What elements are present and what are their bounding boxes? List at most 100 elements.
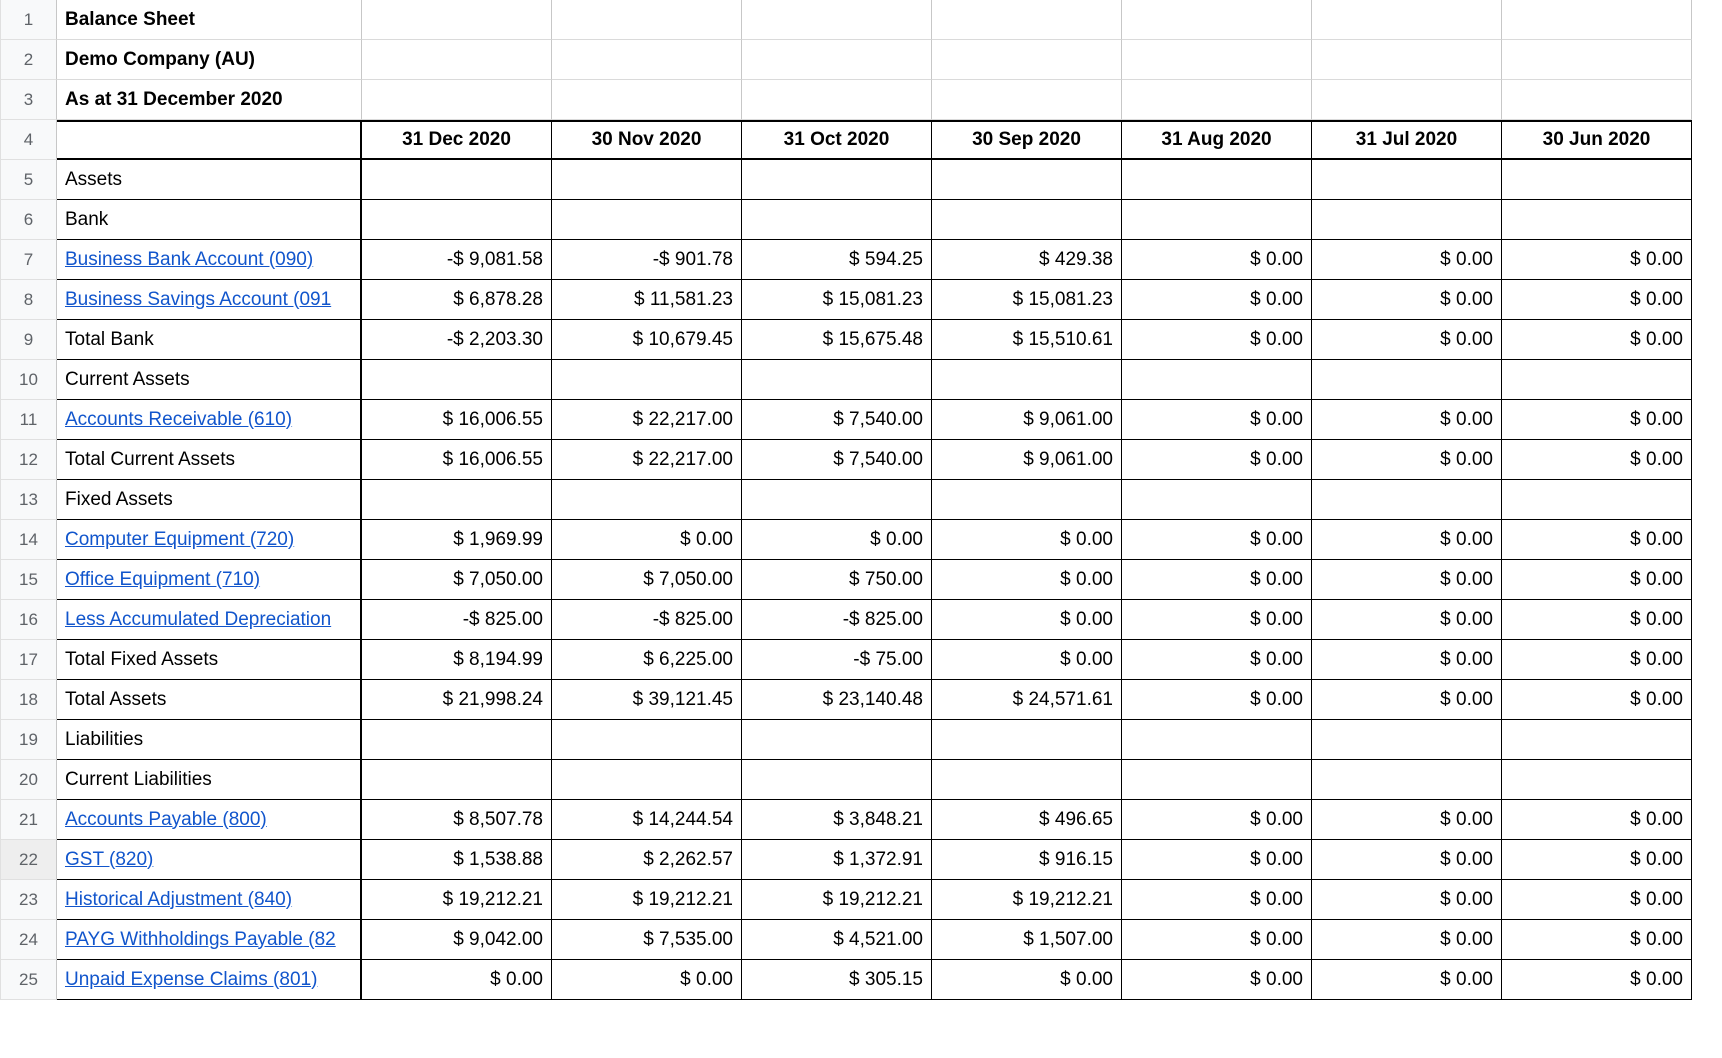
- row-label[interactable]: GST (820): [57, 840, 362, 880]
- data-cell[interactable]: $ 0.00: [1502, 520, 1692, 560]
- row-label[interactable]: Current Liabilities: [57, 760, 362, 800]
- data-cell[interactable]: [1312, 200, 1502, 240]
- row-header-16[interactable]: 16: [1, 600, 57, 640]
- data-cell[interactable]: $ 23,140.48: [742, 680, 932, 720]
- data-cell[interactable]: $ 1,969.99: [362, 520, 552, 560]
- data-cell[interactable]: $ 15,675.48: [742, 320, 932, 360]
- account-link[interactable]: Unpaid Expense Claims (801): [65, 969, 317, 991]
- account-link[interactable]: Accounts Receivable (610): [65, 409, 292, 431]
- data-cell[interactable]: [362, 480, 552, 520]
- data-cell[interactable]: -$ 825.00: [552, 600, 742, 640]
- row-header-13[interactable]: 13: [1, 480, 57, 520]
- data-cell[interactable]: $ 0.00: [932, 560, 1122, 600]
- data-cell[interactable]: $ 0.00: [1312, 400, 1502, 440]
- data-cell[interactable]: $ 0.00: [1502, 400, 1692, 440]
- empty-cell[interactable]: [362, 80, 552, 120]
- data-cell[interactable]: -$ 9,081.58: [362, 240, 552, 280]
- data-cell[interactable]: $ 0.00: [552, 520, 742, 560]
- data-cell[interactable]: [1502, 760, 1692, 800]
- data-cell[interactable]: $ 0.00: [1122, 880, 1312, 920]
- data-cell[interactable]: $ 7,540.00: [742, 400, 932, 440]
- row-header-10[interactable]: 10: [1, 360, 57, 400]
- data-cell[interactable]: $ 8,194.99: [362, 640, 552, 680]
- empty-cell[interactable]: [1122, 40, 1312, 80]
- data-cell[interactable]: [552, 480, 742, 520]
- data-cell[interactable]: [1312, 760, 1502, 800]
- empty-cell[interactable]: [552, 80, 742, 120]
- account-link[interactable]: Less Accumulated Depreciation: [65, 609, 331, 631]
- row-header-1[interactable]: 1: [1, 0, 57, 40]
- data-cell[interactable]: $ 0.00: [1122, 320, 1312, 360]
- data-cell[interactable]: $ 0.00: [742, 520, 932, 560]
- data-cell[interactable]: $ 21,998.24: [362, 680, 552, 720]
- row-label[interactable]: Computer Equipment (720): [57, 520, 362, 560]
- row-header-14[interactable]: 14: [1, 520, 57, 560]
- data-cell[interactable]: $ 16,006.55: [362, 440, 552, 480]
- row-header-8[interactable]: 8: [1, 280, 57, 320]
- data-cell[interactable]: [552, 360, 742, 400]
- data-cell[interactable]: [1502, 200, 1692, 240]
- data-cell[interactable]: $ 0.00: [1502, 800, 1692, 840]
- data-cell[interactable]: $ 0.00: [1502, 280, 1692, 320]
- row-label[interactable]: Unpaid Expense Claims (801): [57, 960, 362, 1000]
- row-label[interactable]: Fixed Assets: [57, 480, 362, 520]
- data-cell[interactable]: [552, 720, 742, 760]
- data-cell[interactable]: $ 16,006.55: [362, 400, 552, 440]
- row-label[interactable]: Total Fixed Assets: [57, 640, 362, 680]
- empty-cell[interactable]: [1502, 0, 1692, 40]
- data-cell[interactable]: $ 0.00: [1502, 240, 1692, 280]
- account-link[interactable]: Office Equipment (710): [65, 569, 260, 591]
- data-cell[interactable]: [742, 360, 932, 400]
- title-cell-1[interactable]: Balance Sheet: [57, 0, 362, 40]
- account-link[interactable]: Business Savings Account (091: [65, 289, 331, 311]
- data-cell[interactable]: $ 7,050.00: [552, 560, 742, 600]
- data-cell[interactable]: [552, 760, 742, 800]
- account-link[interactable]: PAYG Withholdings Payable (82: [65, 929, 336, 951]
- row-label[interactable]: Office Equipment (710): [57, 560, 362, 600]
- data-cell[interactable]: $ 0.00: [1312, 640, 1502, 680]
- data-cell[interactable]: $ 14,244.54: [552, 800, 742, 840]
- data-cell[interactable]: $ 0.00: [1312, 280, 1502, 320]
- data-cell[interactable]: $ 6,878.28: [362, 280, 552, 320]
- data-cell[interactable]: $ 0.00: [1122, 680, 1312, 720]
- data-cell[interactable]: $ 0.00: [1502, 840, 1692, 880]
- data-cell[interactable]: $ 0.00: [1122, 840, 1312, 880]
- data-cell[interactable]: $ 0.00: [932, 640, 1122, 680]
- data-cell[interactable]: $ 0.00: [1312, 320, 1502, 360]
- data-cell[interactable]: $ 0.00: [1122, 240, 1312, 280]
- data-cell[interactable]: [1122, 200, 1312, 240]
- data-cell[interactable]: $ 0.00: [1122, 600, 1312, 640]
- account-link[interactable]: Computer Equipment (720): [65, 529, 294, 551]
- data-cell[interactable]: $ 9,061.00: [932, 400, 1122, 440]
- data-cell[interactable]: $ 10,679.45: [552, 320, 742, 360]
- data-cell[interactable]: $ 0.00: [1122, 440, 1312, 480]
- data-cell[interactable]: [1502, 720, 1692, 760]
- data-cell[interactable]: $ 8,507.78: [362, 800, 552, 840]
- data-cell[interactable]: $ 0.00: [1312, 680, 1502, 720]
- data-cell[interactable]: $ 0.00: [1122, 800, 1312, 840]
- data-cell[interactable]: $ 0.00: [932, 600, 1122, 640]
- row-header-3[interactable]: 3: [1, 80, 57, 120]
- row-label[interactable]: Liabilities: [57, 720, 362, 760]
- data-cell[interactable]: $ 594.25: [742, 240, 932, 280]
- data-cell[interactable]: $ 0.00: [1312, 960, 1502, 1000]
- data-cell[interactable]: [552, 160, 742, 200]
- row-label[interactable]: Accounts Receivable (610): [57, 400, 362, 440]
- data-cell[interactable]: $ 0.00: [1312, 440, 1502, 480]
- empty-cell[interactable]: [1312, 40, 1502, 80]
- data-cell[interactable]: $ 0.00: [1122, 280, 1312, 320]
- empty-cell[interactable]: [1502, 40, 1692, 80]
- data-cell[interactable]: [742, 760, 932, 800]
- data-cell[interactable]: [362, 360, 552, 400]
- empty-cell[interactable]: [1122, 80, 1312, 120]
- row-header-6[interactable]: 6: [1, 200, 57, 240]
- column-header[interactable]: 30 Jun 2020: [1502, 120, 1692, 160]
- data-cell[interactable]: [742, 200, 932, 240]
- empty-cell[interactable]: [552, 0, 742, 40]
- data-cell[interactable]: $ 0.00: [1122, 920, 1312, 960]
- empty-cell[interactable]: [932, 40, 1122, 80]
- title-cell-2[interactable]: Demo Company (AU): [57, 40, 362, 80]
- empty-cell[interactable]: [932, 0, 1122, 40]
- column-header[interactable]: 30 Sep 2020: [932, 120, 1122, 160]
- data-cell[interactable]: [552, 200, 742, 240]
